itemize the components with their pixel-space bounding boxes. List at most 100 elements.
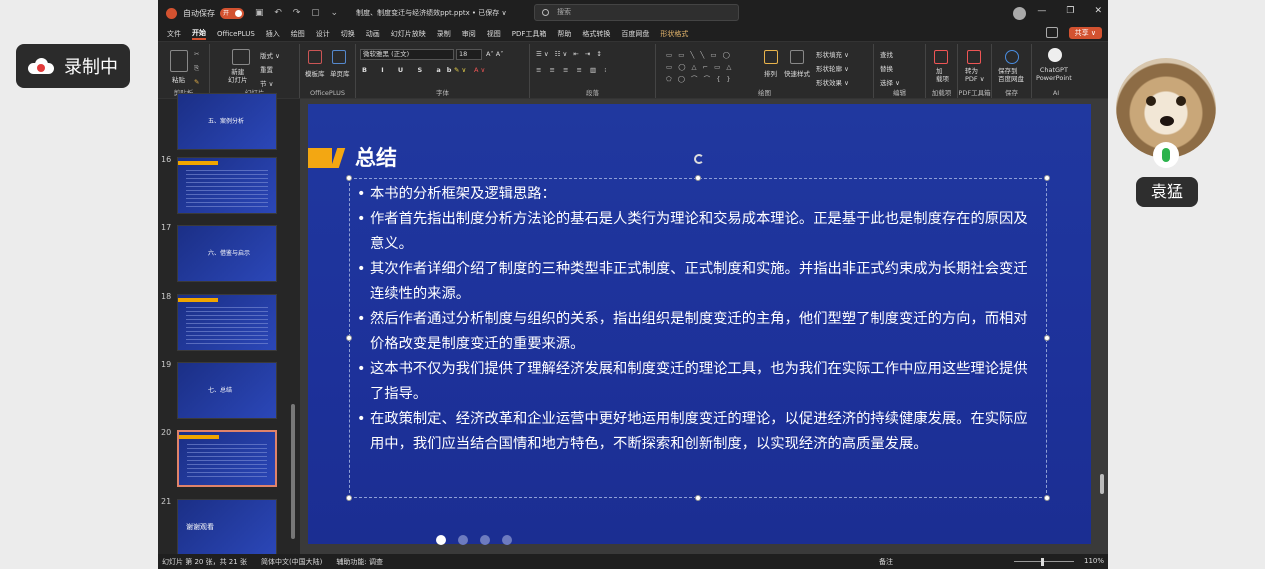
chatgpt-label[interactable]: ChatGPT PowerPoint: [1036, 66, 1072, 82]
new-slide-label[interactable]: 新建 幻灯片: [228, 68, 248, 84]
template-library-icon[interactable]: [308, 50, 322, 64]
quick-access-toolbar[interactable]: ▣ ↶ ↷ ▢ ⌄: [255, 8, 342, 18]
chatgpt-icon[interactable]: [1048, 48, 1062, 62]
autosave-toggle[interactable]: 开: [220, 7, 244, 19]
shapes-gallery[interactable]: ▭ ▭ ╲ ╲ ▭ ◯ ▭ ◯ △ ⌐ ▭ △ ⬠ ◯ ⌒ ⌒ { }: [666, 49, 733, 85]
tab[interactable]: 幻灯片放映: [391, 29, 426, 39]
thumbnail-scrollbar[interactable]: [291, 404, 295, 539]
carousel-dot[interactable]: [436, 535, 446, 545]
find-button[interactable]: 查找: [880, 49, 893, 59]
reset-button[interactable]: 重置: [260, 64, 273, 74]
carousel-dot[interactable]: [458, 535, 468, 545]
shape-effects-button[interactable]: 形状效果 ∨: [816, 77, 849, 87]
close-button[interactable]: ✕: [1094, 6, 1102, 16]
paste-icon[interactable]: [170, 50, 188, 72]
shape-outline-button[interactable]: 形状轮廓 ∨: [816, 63, 849, 73]
microphone-icon[interactable]: [1153, 142, 1179, 168]
format-painter-icon[interactable]: ✎: [194, 78, 199, 86]
document-title[interactable]: 制度、制度变迁与经济绩效ppt.pptx • 已保存 ∨: [356, 8, 507, 18]
resize-handle[interactable]: [1044, 495, 1050, 501]
slide-thumbnail[interactable]: [177, 294, 277, 351]
cut-icon[interactable]: ✂: [194, 50, 199, 58]
new-slide-icon[interactable]: [232, 49, 250, 65]
copy-icon[interactable]: ⎘: [194, 64, 199, 73]
user-account-icon[interactable]: [1013, 7, 1026, 20]
carousel-dot[interactable]: [502, 535, 512, 545]
bullet-item[interactable]: 本书的分析框架及逻辑思路：: [357, 182, 1037, 207]
bullet-item[interactable]: 这本书不仅为我们提供了理解经济发展和制度变迁的理论工具，也为我们在实际工作中应用…: [357, 357, 1037, 407]
font-format-buttons[interactable]: B I U S ab: [362, 66, 457, 74]
tab[interactable]: OfficePLUS: [217, 30, 255, 38]
quick-styles-label[interactable]: 快速样式: [784, 68, 810, 78]
bullet-item[interactable]: 然后作者通过分析制度与组织的关系，指出组织是制度变迁的主角，他们型塑了制度变迁的…: [357, 307, 1037, 357]
canvas-scrollbar[interactable]: [1100, 474, 1104, 494]
zoom-slider[interactable]: [1014, 561, 1074, 562]
slide-thumbnail[interactable]: 五、案例分析: [177, 93, 277, 150]
tab[interactable]: 开始: [192, 28, 206, 40]
highlight-icon[interactable]: ✎ ∨: [454, 66, 466, 74]
align-buttons[interactable]: ≡ ≡ ≡ ≡ ▥ ⁝: [536, 66, 609, 74]
single-page-library-label[interactable]: 单页库: [330, 68, 350, 78]
bullet-list[interactable]: 本书的分析框架及逻辑思路：作者首先指出制度分析方法论的基石是人类行为理论和交易成…: [357, 182, 1037, 457]
resize-handle[interactable]: [346, 335, 352, 341]
resize-handle[interactable]: [346, 495, 352, 501]
language-status[interactable]: 简体中文(中国大陆): [261, 557, 322, 567]
resize-handle[interactable]: [695, 495, 701, 501]
share-button[interactable]: 共享 ∨: [1068, 27, 1102, 39]
resize-handle[interactable]: [695, 175, 701, 181]
select-button[interactable]: 选择 ∨: [880, 77, 900, 87]
notes-button[interactable]: 备注: [879, 557, 893, 567]
zoom-slider-knob[interactable]: [1041, 558, 1044, 566]
tab[interactable]: 格式转换: [582, 29, 610, 39]
tab[interactable]: 形状格式: [660, 29, 688, 39]
recording-badge[interactable]: 录制中: [16, 44, 130, 88]
font-size-grow-shrink[interactable]: A˄ A˅: [486, 50, 503, 58]
tab[interactable]: 设计: [316, 29, 330, 39]
tab[interactable]: 录制: [437, 29, 451, 39]
zoom-level[interactable]: 110%: [1084, 557, 1104, 565]
template-library-label[interactable]: 模板库: [305, 68, 325, 78]
tab[interactable]: 绘图: [291, 29, 305, 39]
to-pdf-button[interactable]: 转为 PDF ∨: [965, 67, 985, 83]
slide-thumbnail[interactable]: [177, 430, 277, 487]
slide-thumbnail[interactable]: 六、借鉴与启示: [177, 225, 277, 282]
pdf-icon[interactable]: [967, 50, 981, 64]
bullet-item[interactable]: 作者首先指出制度分析方法论的基石是人类行为理论和交易成本理论。正是基于此也是制度…: [357, 207, 1037, 257]
tab[interactable]: 文件: [167, 29, 181, 39]
slide-thumbnail[interactable]: [177, 157, 277, 214]
shape-fill-button[interactable]: 形状填充 ∨: [816, 49, 849, 59]
resize-handle[interactable]: [346, 175, 352, 181]
tab[interactable]: 视图: [487, 29, 501, 39]
bullet-item[interactable]: 其次作者详细介绍了制度的三种类型非正式制度、正式制度和实施。并指出非正式约束成为…: [357, 257, 1037, 307]
resize-handle[interactable]: [1044, 335, 1050, 341]
layout-button[interactable]: 版式 ∨: [260, 50, 280, 60]
single-page-library-icon[interactable]: [332, 50, 346, 64]
tab[interactable]: PDF工具箱: [512, 29, 547, 39]
minimize-button[interactable]: —: [1037, 6, 1046, 16]
rotate-handle-icon[interactable]: [694, 154, 704, 164]
slide-title[interactable]: 总结: [355, 142, 397, 172]
font-name-select[interactable]: 微软雅黑 (正文): [360, 49, 454, 60]
tab[interactable]: 插入: [266, 29, 280, 39]
save-baidu-button[interactable]: 保存到 百度网盘: [998, 67, 1024, 83]
font-size-select[interactable]: 18: [456, 49, 482, 60]
baidu-netdisk-icon[interactable]: [1005, 50, 1019, 64]
slide-thumbnail[interactable]: 谢谢观看: [177, 499, 277, 556]
restore-button[interactable]: ❐: [1066, 6, 1074, 16]
comments-icon[interactable]: [1046, 27, 1058, 38]
tab[interactable]: 帮助: [557, 29, 571, 39]
tab[interactable]: 百度网盘: [621, 29, 649, 39]
arrange-icon[interactable]: [764, 50, 778, 64]
tab[interactable]: 审阅: [462, 29, 476, 39]
tab[interactable]: 动画: [366, 29, 380, 39]
search-input[interactable]: 搜索: [534, 4, 739, 21]
accessibility-status[interactable]: 辅助功能: 调查: [336, 557, 383, 567]
quick-styles-icon[interactable]: [790, 50, 804, 64]
arrange-label[interactable]: 排列: [764, 68, 777, 78]
addins-icon[interactable]: [934, 50, 948, 64]
tab[interactable]: 切换: [341, 29, 355, 39]
replace-button[interactable]: 替换: [880, 63, 893, 73]
carousel-dot[interactable]: [480, 535, 490, 545]
list-buttons[interactable]: ☰∨ ☷∨ ⇤ ⇥ ↕: [536, 50, 604, 58]
font-color-icon[interactable]: A ∨: [474, 66, 485, 74]
